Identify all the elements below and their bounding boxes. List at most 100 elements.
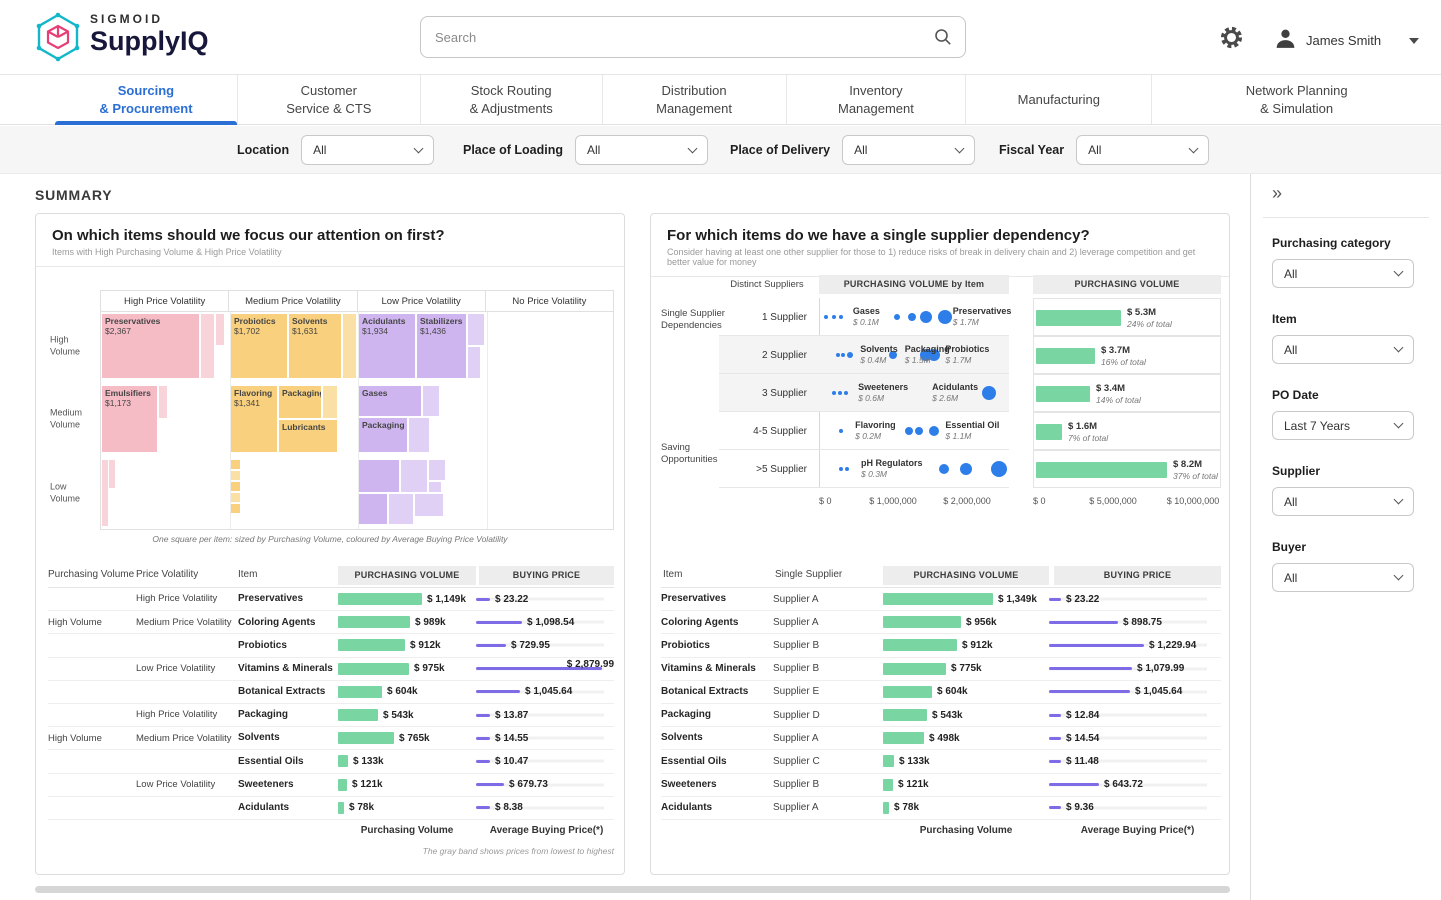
row-price-cell: $ 23.22 — [476, 594, 614, 605]
treemap-item[interactable] — [343, 314, 356, 378]
user-menu-chevron-icon[interactable] — [1409, 38, 1419, 44]
treemap-item[interactable] — [159, 386, 167, 418]
table-row: PackagingSupplier D$ 543k$ 12.84 — [661, 704, 1221, 727]
treemap-row-label: Low Volume — [50, 481, 98, 504]
tab-network-planning-simulation[interactable]: Network Planning& Simulation — [1151, 75, 1441, 124]
tab-label: Stock Routing — [471, 82, 552, 100]
treemap-item[interactable] — [415, 494, 443, 516]
treemap-item-lubricants[interactable]: Lubricants — [279, 420, 337, 452]
tab-distribution-management[interactable]: DistributionManagement — [602, 75, 786, 124]
treemap-item[interactable] — [468, 347, 480, 378]
treemap-item-packaging[interactable]: Packaging — [359, 418, 407, 452]
tab-customer-service-cts[interactable]: CustomerService & CTS — [237, 75, 420, 124]
sidebar-filter-item: ItemAll — [1272, 312, 1420, 364]
brand-logo[interactable]: SIGMOID SupplyIQ — [35, 12, 209, 62]
axis-tick: $ 1,000,000 — [869, 496, 917, 506]
treemap-item[interactable] — [423, 386, 439, 416]
volume-bar — [338, 663, 409, 675]
treemap-item-emulsifiers[interactable]: Emulsifiers$1,173 — [102, 386, 157, 452]
focus-table-footer: Purchasing Volume Average Buying Price(*… — [48, 825, 614, 843]
treemap-item-solvents[interactable]: Solvents$1,631 — [289, 314, 341, 378]
treemap-item[interactable] — [389, 494, 413, 524]
treemap-item-name: Stabilizers — [420, 316, 463, 326]
treemap-item-preservatives[interactable]: Preservatives$2,367 — [102, 314, 199, 378]
treemap-item[interactable] — [409, 418, 429, 452]
treemap-item[interactable] — [231, 504, 240, 513]
supplyiq-app: SIGMOID SupplyIQ James Smith Sourcing& P… — [0, 0, 1441, 900]
treemap-item-value: $1,341 — [234, 398, 274, 408]
volume-bar — [338, 593, 422, 605]
tab-manufacturing[interactable]: Manufacturing — [965, 75, 1151, 124]
filter-location-select[interactable]: All — [301, 135, 434, 165]
treemap-item[interactable] — [231, 493, 240, 502]
treemap-item[interactable] — [359, 460, 399, 492]
search-icon[interactable] — [934, 28, 952, 46]
filter-fiscal-year-select[interactable]: All — [1076, 135, 1209, 165]
chart-bar-row: $ 3.4M14% of total — [1033, 374, 1221, 412]
volume-value: $ 912k — [962, 640, 993, 651]
data-dot — [839, 315, 843, 319]
collapse-sidebar-button[interactable]: » — [1272, 183, 1282, 204]
row-price-volatility: Low Price Volatility — [136, 779, 238, 790]
volume-value: $ 1,149k — [427, 594, 466, 605]
search-input[interactable] — [421, 30, 934, 45]
price-line — [1049, 644, 1144, 647]
treemap-item-packaging[interactable]: Packaging — [279, 386, 321, 418]
volume-value: $ 989k — [415, 617, 446, 628]
user-avatar-icon[interactable] — [1273, 26, 1298, 51]
table-row: ProbioticsSupplier B$ 912k$ 1,229.94 — [661, 634, 1221, 657]
filter-place-of-loading-select[interactable]: All — [575, 135, 708, 165]
sidebar-po-date-select[interactable]: Last 7 Years — [1272, 411, 1414, 440]
supplier-table-footer: Purchasing Volume Average Buying Price(*… — [661, 825, 1221, 843]
dot-label-value: $ 1.1M — [945, 431, 999, 441]
treemap-item[interactable] — [231, 460, 240, 469]
axis-tick: $ 5,000,000 — [1089, 496, 1137, 506]
bar-value: $ 5.3M — [1127, 307, 1172, 319]
treemap-item-stabilizers[interactable]: Stabilizers$1,436 — [417, 314, 466, 378]
tab-sourcing-procurement[interactable]: Sourcing& Procurement — [55, 75, 237, 124]
user-name[interactable]: James Smith — [1306, 33, 1381, 48]
sidebar-purchasing-category-select[interactable]: All — [1272, 259, 1414, 288]
dot-label-value: $ 0.1M — [853, 317, 880, 327]
treemap-item[interactable] — [201, 314, 214, 378]
treemap-item-probiotics[interactable]: Probiotics$1,702 — [231, 314, 287, 378]
filter-place-of-delivery-select[interactable]: All — [842, 135, 975, 165]
table-row: PreservativesSupplier A$ 1,349k$ 23.22 — [661, 588, 1221, 611]
treemap-item[interactable] — [401, 460, 427, 492]
table-row: High Price VolatilityPreservatives$ 1,14… — [48, 588, 614, 611]
treemap-row-label: High Volume — [50, 334, 98, 357]
treemap-item[interactable] — [359, 494, 387, 524]
treemap-item[interactable] — [468, 314, 484, 345]
sidebar-buyer-select[interactable]: All — [1272, 563, 1414, 592]
sidebar-item-select[interactable]: All — [1272, 335, 1414, 364]
treemap-item-flavoring[interactable]: Flavoring$1,341 — [231, 386, 277, 452]
app-header: SIGMOID SupplyIQ James Smith — [0, 0, 1441, 75]
treemap-item[interactable] — [231, 471, 240, 480]
treemap-item[interactable] — [109, 460, 115, 488]
price-line — [476, 737, 490, 740]
search-box[interactable] — [420, 16, 966, 58]
treemap-item[interactable] — [429, 482, 441, 492]
treemap-item[interactable] — [231, 482, 240, 491]
treemap-item[interactable] — [216, 314, 224, 345]
tab-inventory-management[interactable]: InventoryManagement — [786, 75, 966, 124]
tab-stock-routing-adjustments[interactable]: Stock Routing& Adjustments — [420, 75, 602, 124]
price-value: $ 898.75 — [1123, 617, 1162, 628]
treemap-item[interactable] — [102, 460, 108, 526]
horizontal-scrollbar[interactable] — [35, 886, 1230, 893]
settings-gear-icon[interactable] — [1219, 25, 1244, 50]
row-volume-cell: $ 1,349k — [883, 593, 1049, 605]
price-value: $ 679.73 — [509, 779, 548, 790]
treemap-item[interactable] — [323, 386, 337, 418]
treemap-caption: One square per item: sized by Purchasing… — [36, 534, 624, 544]
treemap-item-gases[interactable]: Gases — [359, 386, 421, 416]
supplier-table-header: Item Single Supplier PURCHASING VOLUME B… — [661, 564, 1221, 588]
row-item-name: Preservatives — [661, 593, 773, 605]
price-line — [1049, 598, 1061, 601]
treemap-item[interactable] — [429, 460, 445, 480]
col-header-purchasing-volume-chip: PURCHASING VOLUME — [883, 566, 1049, 585]
treemap-item-acidulants[interactable]: Acidulants$1,934 — [359, 314, 415, 378]
sidebar-supplier-select[interactable]: All — [1272, 487, 1414, 516]
row-item-name: Sweeteners — [661, 779, 773, 791]
price-line — [476, 714, 490, 717]
